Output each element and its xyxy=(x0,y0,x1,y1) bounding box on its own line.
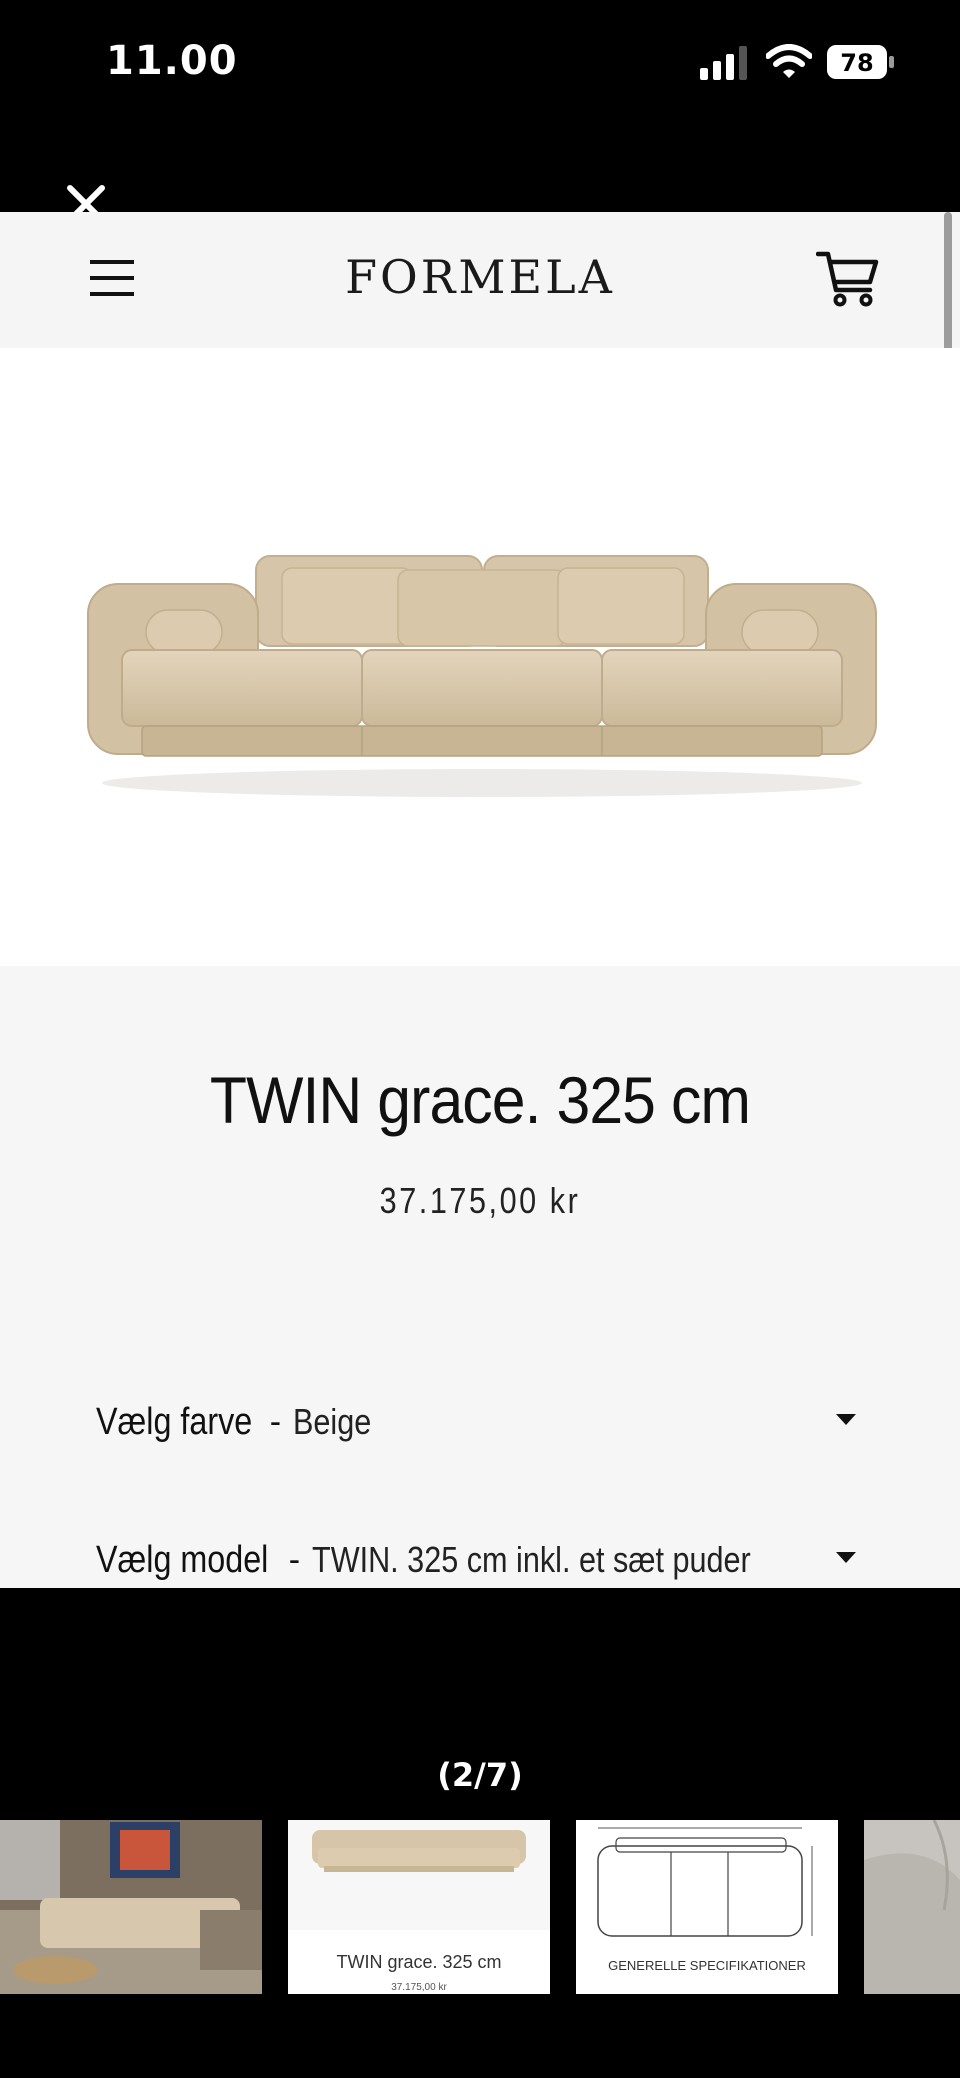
product-title: TWIN grace. 325 cm xyxy=(209,1063,751,1137)
model-select[interactable]: Vælg model - TWIN. 325 cm inkl. et sæt p… xyxy=(96,1530,856,1588)
status-bar: 11.00 78 xyxy=(0,0,960,130)
dropdown-arrow-icon[interactable] xyxy=(836,1414,856,1425)
dropdown-arrow-icon[interactable] xyxy=(836,1552,856,1563)
color-select-label: Vælg farve xyxy=(96,1400,253,1443)
color-select-separator: - xyxy=(269,1402,282,1441)
sofa-thumb-image xyxy=(288,1820,550,1930)
color-select[interactable]: Vælg farve - Beige xyxy=(96,1392,856,1452)
gallery-counter: (2/7) xyxy=(437,1756,523,1794)
site-header: FORMELA xyxy=(0,212,960,348)
gallery-thumb-active[interactable]: TWIN grace. 325 cm 37.175,00 kr xyxy=(288,1820,550,1994)
gallery-thumb[interactable]: GENERELLE SPECIFIKATIONER xyxy=(576,1820,838,1994)
thumb-caption: GENERELLE SPECIFIKATIONER xyxy=(608,1958,806,1973)
specification-drawing xyxy=(576,1820,838,1950)
status-time: 11.00 xyxy=(106,38,238,84)
thumb-caption: TWIN grace. 325 cm xyxy=(336,1952,502,1972)
gallery-thumbnails: TWIN grace. 325 cm 37.175,00 kr GENERELL… xyxy=(0,1820,960,1994)
gallery-thumb[interactable] xyxy=(0,1820,262,1994)
living-room-photo xyxy=(0,1820,262,1994)
battery-level: 78 xyxy=(840,49,873,77)
cellular-signal-icon xyxy=(700,46,747,80)
fabric-closeup-photo xyxy=(864,1820,960,1994)
battery-icon: 78 xyxy=(827,45,894,79)
color-select-value: Beige xyxy=(293,1401,372,1442)
product-image-area xyxy=(0,348,960,966)
wifi-icon xyxy=(766,44,812,78)
product-price: 37.175,00 kr xyxy=(379,1180,581,1221)
model-select-separator: - xyxy=(288,1540,301,1579)
thumb-price: 37.175,00 kr xyxy=(391,1982,447,1993)
product-page-image: FORMELA TWIN grace. 325 cm 37.175,00 kr … xyxy=(0,212,960,1588)
model-select-value: TWIN. 325 cm inkl. et sæt puder xyxy=(312,1539,751,1580)
hamburger-menu-icon[interactable] xyxy=(88,254,136,302)
model-select-label: Vælg model xyxy=(96,1538,269,1581)
shopping-cart-icon[interactable] xyxy=(816,246,880,310)
site-logo[interactable]: FORMELA xyxy=(300,242,660,312)
sofa-image xyxy=(87,555,877,797)
gallery-thumb[interactable] xyxy=(864,1820,960,1994)
